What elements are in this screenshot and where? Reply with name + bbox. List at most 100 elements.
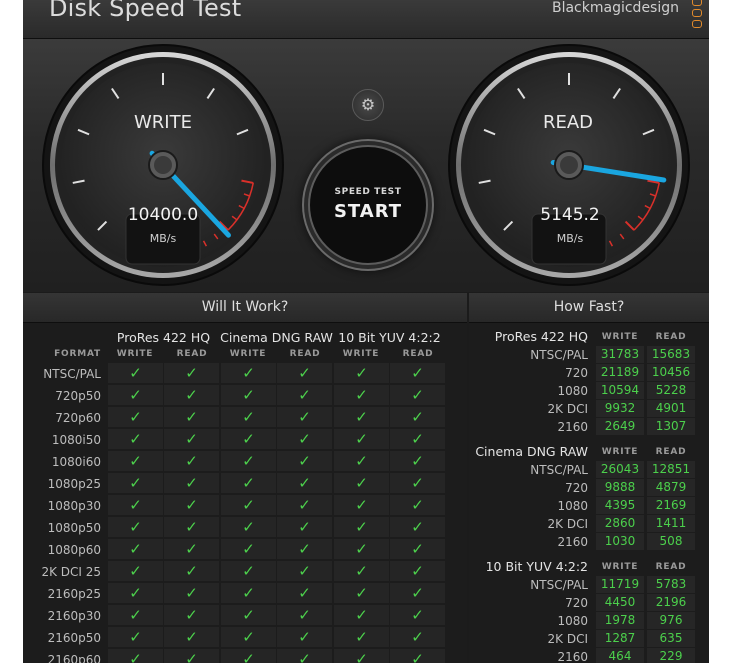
format-label: 720p50 xyxy=(55,389,101,403)
resolution-label: 1080 xyxy=(557,614,588,628)
codec-header: ProRes 422 HQ xyxy=(116,330,211,345)
checkmark-icon: ✓ xyxy=(390,363,445,383)
checkmark-icon: ✓ xyxy=(108,429,163,449)
write-speed-cell: 2860 xyxy=(596,515,644,532)
write-gauge-label: WRITE xyxy=(134,112,192,133)
disk-speed-test-window: Disk Speed Test Blackmagicdesign WRITE 1… xyxy=(23,0,709,663)
format-label: 720p60 xyxy=(55,411,101,425)
checkmark-icon: ✓ xyxy=(390,583,445,603)
write-speed-cell: 9932 xyxy=(596,400,644,417)
checkmark-icon: ✓ xyxy=(334,517,389,537)
resolution-label: 2160 xyxy=(557,535,588,549)
start-button-caption: SPEED TEST xyxy=(334,187,402,197)
format-label: 2160p60 xyxy=(47,653,101,663)
format-label: 1080i60 xyxy=(51,455,101,469)
read-speed-cell: 10456 xyxy=(647,364,695,381)
checkmark-icon: ✓ xyxy=(334,451,389,471)
format-label: 2160p30 xyxy=(47,609,101,623)
will-it-work-panel: Will It Work? FORMAT ProRes 422 HQ WRITE R… xyxy=(23,293,467,663)
brand-logo-icon xyxy=(690,0,704,28)
checkmark-icon: ✓ xyxy=(277,561,332,581)
checkmark-icon: ✓ xyxy=(108,583,163,603)
checkmark-icon: ✓ xyxy=(277,627,332,647)
checkmark-icon: ✓ xyxy=(221,561,276,581)
checkmark-icon: ✓ xyxy=(221,649,276,663)
checkmark-icon: ✓ xyxy=(164,627,219,647)
resolution-label: 720 xyxy=(565,366,588,380)
checkmark-icon: ✓ xyxy=(164,363,219,383)
format-label: 1080p25 xyxy=(47,477,101,491)
checkmark-icon: ✓ xyxy=(108,561,163,581)
format-row: 720p50 ✓ ✓ ✓ ✓ ✓ ✓ xyxy=(23,385,467,407)
resolution-label: NTSC/PAL xyxy=(530,578,588,592)
resolution-label: 1080 xyxy=(557,384,588,398)
format-column-header: FORMAT xyxy=(54,349,101,359)
format-label: 1080p50 xyxy=(47,521,101,535)
checkmark-icon: ✓ xyxy=(277,473,332,493)
speed-row: 720 21189 10456 xyxy=(469,364,709,382)
format-label: 1080p30 xyxy=(47,499,101,513)
speed-row: NTSC/PAL 31783 15683 xyxy=(469,346,709,364)
read-speed-cell: 2169 xyxy=(647,497,695,514)
start-speed-test-button[interactable]: SPEED TEST START xyxy=(308,145,428,265)
checkmark-icon: ✓ xyxy=(221,495,276,515)
checkmark-icon: ✓ xyxy=(390,407,445,427)
checkmark-icon: ✓ xyxy=(108,473,163,493)
checkmark-icon: ✓ xyxy=(164,561,219,581)
read-speed-cell: 976 xyxy=(647,612,695,629)
speed-row: 720 4450 2196 xyxy=(469,594,709,612)
settings-button[interactable]: ⚙ xyxy=(352,89,384,121)
codec-header: 10 Bit YUV 4:2:2 xyxy=(338,330,441,345)
codec-header: Cinema DNG RAW xyxy=(220,330,333,345)
speed-row: NTSC/PAL 11719 5783 xyxy=(469,576,709,594)
app-title: Disk Speed Test xyxy=(49,0,242,22)
checkmark-icon: ✓ xyxy=(334,385,389,405)
read-subheader: READ xyxy=(655,562,687,572)
checkmark-icon: ✓ xyxy=(221,429,276,449)
checkmark-icon: ✓ xyxy=(108,517,163,537)
checkmark-icon: ✓ xyxy=(334,495,389,515)
speed-row: 2K DCI 1287 635 xyxy=(469,630,709,648)
speed-row: 720 9888 4879 xyxy=(469,479,709,497)
read-speed-cell: 12851 xyxy=(647,461,695,478)
checkmark-icon: ✓ xyxy=(334,407,389,427)
read-speed-cell: 1411 xyxy=(647,515,695,532)
checkmark-icon: ✓ xyxy=(277,451,332,471)
format-row: NTSC/PAL ✓ ✓ ✓ ✓ ✓ ✓ xyxy=(23,363,467,385)
speed-row: 1080 1978 976 xyxy=(469,612,709,630)
checkmark-icon: ✓ xyxy=(390,605,445,625)
format-row: 1080p25 ✓ ✓ ✓ ✓ ✓ ✓ xyxy=(23,473,467,495)
read-speed-cell: 1307 xyxy=(647,418,695,435)
read-subheader: READ xyxy=(289,349,321,359)
will-it-work-title: Will It Work? xyxy=(23,293,467,323)
checkmark-icon: ✓ xyxy=(164,649,219,663)
write-speed-cell: 1030 xyxy=(596,533,644,550)
resolution-label: 2K DCI xyxy=(547,402,588,416)
speed-row: 2160 464 229 xyxy=(469,648,709,663)
write-speed-cell: 21189 xyxy=(596,364,644,381)
checkmark-icon: ✓ xyxy=(108,605,163,625)
checkmark-icon: ✓ xyxy=(277,495,332,515)
write-subheader: WRITE xyxy=(342,349,380,359)
speed-row: 1080 4395 2169 xyxy=(469,497,709,515)
checkmark-icon: ✓ xyxy=(164,495,219,515)
checkmark-icon: ✓ xyxy=(164,407,219,427)
checkmark-icon: ✓ xyxy=(277,385,332,405)
checkmark-icon: ✓ xyxy=(164,473,219,493)
read-speed-unit: MB/s xyxy=(556,232,584,245)
checkmark-icon: ✓ xyxy=(390,495,445,515)
checkmark-icon: ✓ xyxy=(164,583,219,603)
codec-section-title: Cinema DNG RAW xyxy=(475,444,588,459)
codec-section-title: 10 Bit YUV 4:2:2 xyxy=(485,559,588,574)
gear-icon: ⚙ xyxy=(360,95,376,114)
checkmark-icon: ✓ xyxy=(164,605,219,625)
write-speed-cell: 10594 xyxy=(596,382,644,399)
how-fast-title: How Fast? xyxy=(469,293,709,323)
checkmark-icon: ✓ xyxy=(221,385,276,405)
write-subheader: WRITE xyxy=(601,332,639,342)
read-subheader: READ xyxy=(176,349,208,359)
format-row: 2160p25 ✓ ✓ ✓ ✓ ✓ ✓ xyxy=(23,583,467,605)
checkmark-icon: ✓ xyxy=(334,561,389,581)
write-speed-cell: 1287 xyxy=(596,630,644,647)
speed-row: 2K DCI 2860 1411 xyxy=(469,515,709,533)
